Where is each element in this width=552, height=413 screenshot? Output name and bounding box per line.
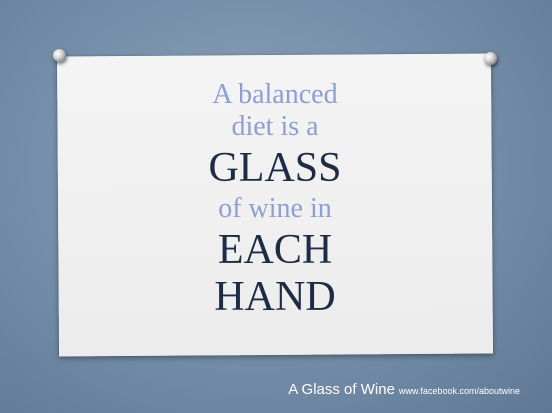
- brand-name: A Glass of Wine: [288, 381, 395, 398]
- pushpin-right-icon: [484, 52, 497, 65]
- quote-text: A balanced diet is a GLASS of wine in EA…: [58, 78, 492, 321]
- facebook-url: www.facebook.com/aboutwine: [398, 386, 520, 396]
- quote-line-6: HAND: [214, 274, 336, 320]
- footer-credit: A Glass of Wine www.facebook.com/aboutwin…: [288, 381, 520, 399]
- quote-line-3: GLASS: [208, 145, 342, 191]
- quote-line-5: EACH: [217, 227, 333, 273]
- quote-line-2: diet is a: [231, 111, 319, 142]
- quote-line-4: of wine in: [218, 193, 332, 224]
- pushpin-left-icon: [53, 49, 66, 62]
- quote-line-1: A balanced: [212, 79, 338, 110]
